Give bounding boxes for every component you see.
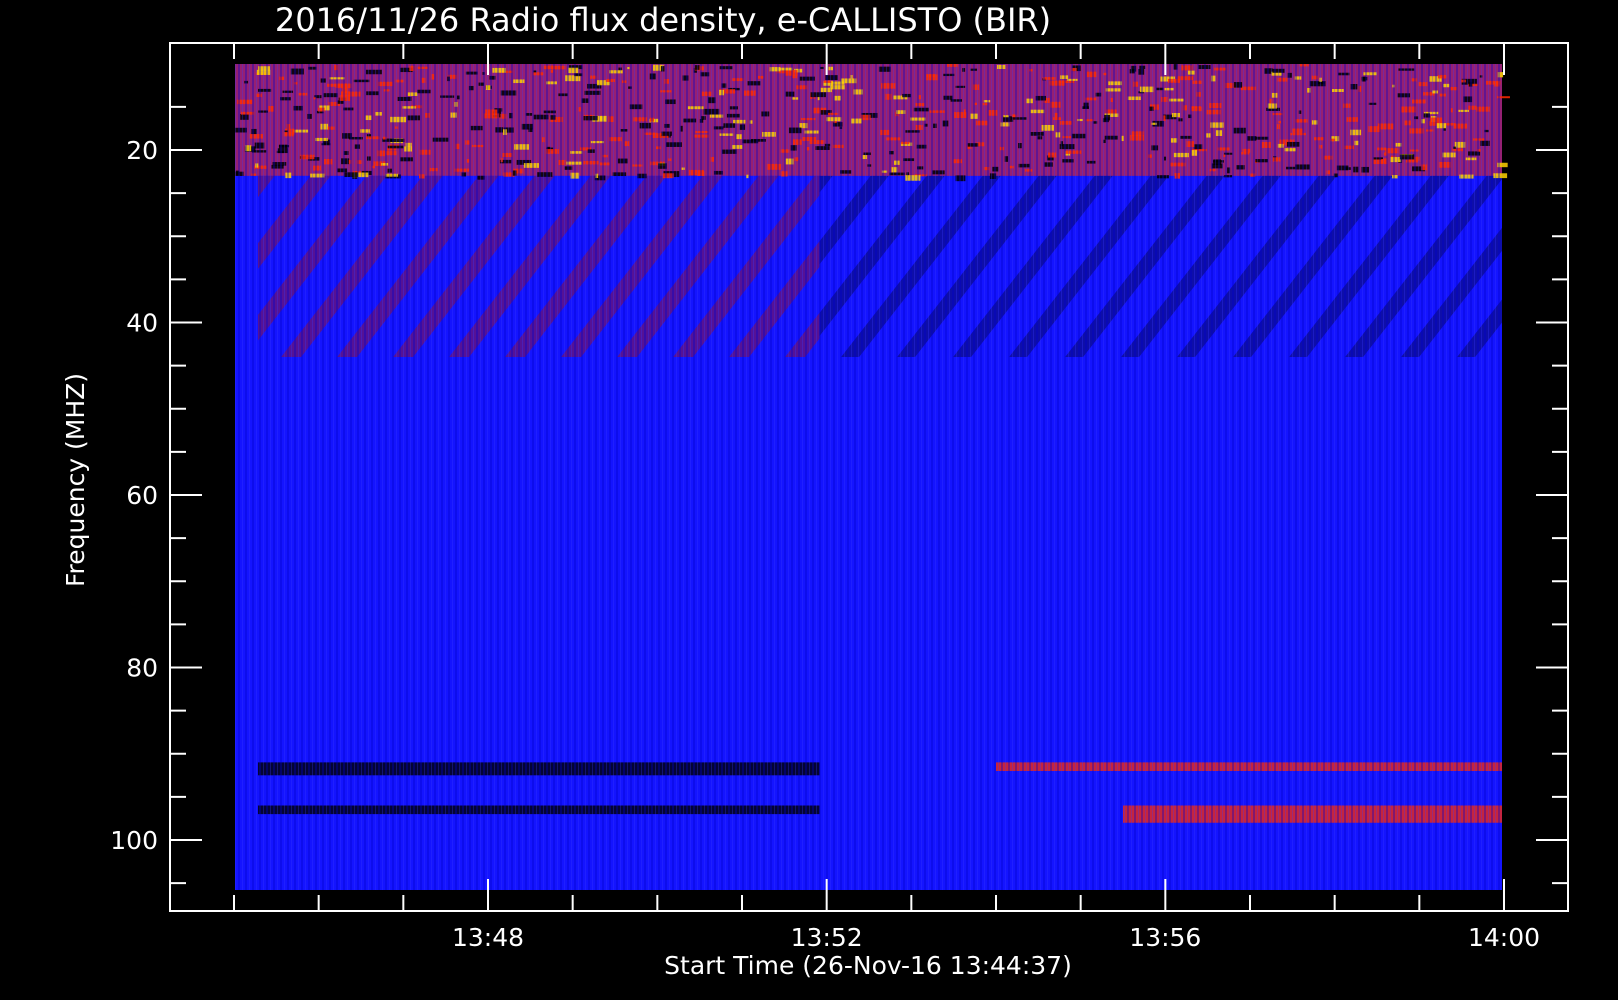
y-tick-label-80: 80 [126,654,158,683]
y-tick-label-60: 60 [126,481,158,510]
spectrogram-chart: 20 40 60 80 100 13:48 13:52 13:56 14:00 2016/11… [61,1,1569,980]
x-tick-label-13:48: 13:48 [452,923,524,952]
x-tick-label-13:52: 13:52 [791,923,863,952]
plot-area [235,64,1510,890]
x-tick-label-13:56: 13:56 [1129,923,1201,952]
y-tick-label-40: 40 [126,309,158,338]
noise-overlay [235,64,1502,890]
chart-title: 2016/11/26 Radio flux density, e-CALLIST… [275,1,1051,39]
y-tick-label-100: 100 [110,826,158,855]
x-tick-label-14:00: 14:00 [1468,923,1540,952]
x-axis-title: Start Time (26-Nov-16 13:44:37) [664,951,1072,980]
y-axis-title: Frequency (MHZ) [61,373,90,587]
y-tick-label-20: 20 [126,136,158,165]
